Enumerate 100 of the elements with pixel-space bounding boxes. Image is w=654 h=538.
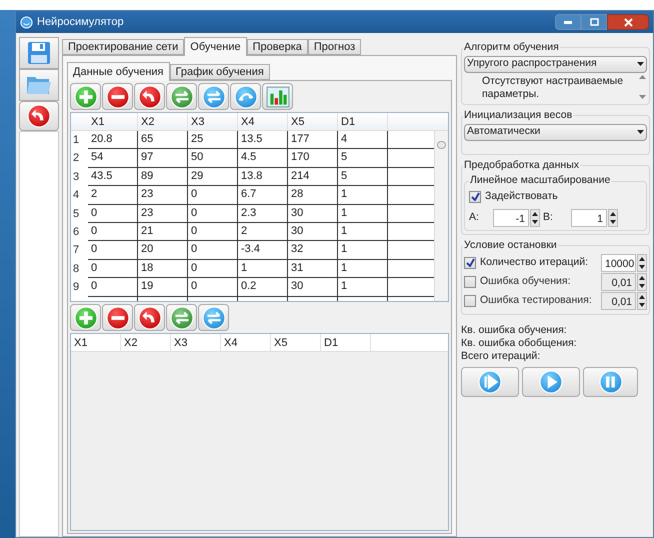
table-cell: 0 — [188, 278, 238, 297]
close-button[interactable] — [607, 14, 649, 30]
table-cell: 6.7 — [238, 186, 288, 205]
column-header[interactable]: X2 — [121, 334, 171, 351]
number-field[interactable]: 1 — [571, 208, 607, 227]
checkbox[interactable] — [464, 294, 476, 306]
number-field[interactable]: 0,01 — [601, 292, 636, 310]
column-header[interactable]: D1 — [338, 113, 388, 130]
table-cell: 1 — [338, 222, 388, 242]
table-cell: 25 — [188, 131, 238, 150]
checkbox[interactable] — [464, 276, 476, 288]
toolbar-button[interactable] — [166, 304, 197, 331]
toolbar-button[interactable] — [102, 304, 133, 331]
number-field[interactable]: 0,01 — [601, 272, 636, 290]
close-icon — [624, 18, 632, 26]
checkbox-label: Количество итераций: — [480, 254, 590, 270]
column-header[interactable]: X5 — [271, 334, 321, 351]
checkbox[interactable] — [464, 256, 476, 268]
table-cell: 0 — [88, 222, 138, 242]
table-cell: 0 — [88, 204, 138, 223]
table-cell: 89 — [138, 168, 188, 186]
table-cell: 30 — [288, 222, 338, 242]
table-cell: 29 — [188, 168, 238, 186]
column-header[interactable]: X1 — [71, 334, 121, 351]
field-label: A: — [469, 210, 480, 225]
save-button[interactable] — [19, 37, 59, 69]
spin-button[interactable] — [608, 208, 618, 227]
column-header[interactable]: X1 — [88, 113, 138, 130]
maximize-button[interactable] — [581, 14, 607, 30]
step-button[interactable] — [461, 366, 519, 396]
table-cell: 0 — [88, 260, 138, 278]
table-cell: 43.5 — [88, 168, 138, 186]
number-field[interactable]: -1 — [493, 208, 529, 227]
undo-button[interactable] — [19, 101, 59, 131]
dropdown[interactable]: Автоматически — [464, 124, 647, 140]
table-cell: 1 — [338, 241, 388, 260]
open-button[interactable] — [19, 69, 59, 101]
minimize-button[interactable] — [555, 14, 581, 30]
toolbar-button[interactable] — [262, 83, 293, 110]
group-title: Инициализация весов — [463, 108, 574, 123]
table-cell: 214 — [288, 168, 338, 186]
app-icon — [20, 16, 33, 28]
table-cell: 32 — [288, 241, 338, 260]
tab[interactable]: Обучение — [184, 37, 247, 56]
table-cell: 0 — [188, 222, 238, 242]
tab[interactable]: Проектирование сети — [62, 39, 184, 55]
minimize-icon — [564, 20, 572, 24]
undo-icon — [138, 84, 162, 108]
toolbar-button[interactable] — [198, 83, 229, 110]
tab[interactable]: График обучения — [170, 64, 270, 80]
row-number: 6 — [72, 224, 80, 240]
row-number: 1 — [72, 133, 80, 148]
stat-label: Кв. ошибка обучения: — [461, 324, 568, 336]
column-header[interactable]: X4 — [221, 334, 271, 351]
table-cell: -3.4 — [238, 241, 288, 260]
column-header[interactable]: X5 — [288, 113, 338, 130]
spin-button[interactable] — [637, 292, 647, 310]
tab[interactable]: Данные обучения — [67, 62, 170, 81]
checkbox-label: Ошибка обучения: — [480, 274, 572, 289]
undo-icon — [27, 104, 51, 128]
table-cell: 5 — [338, 168, 388, 186]
toolbar-button[interactable] — [102, 83, 133, 110]
table-cell: 23 — [138, 204, 188, 223]
toolbar-button[interactable] — [166, 83, 197, 110]
column-header[interactable]: X4 — [238, 113, 288, 130]
spin-button[interactable] — [530, 208, 540, 227]
tab[interactable]: Проверка — [246, 39, 308, 55]
column-header[interactable]: D1 — [321, 334, 371, 351]
stat-label: Кв. ошибка обобщения: — [461, 336, 578, 350]
tab[interactable]: Прогноз — [308, 39, 362, 55]
toolbar-button[interactable] — [134, 83, 165, 110]
spin-button[interactable] — [637, 254, 647, 272]
column-header[interactable]: X3 — [171, 334, 221, 351]
column-header[interactable]: X3 — [188, 113, 238, 130]
table-cell: 13.8 — [238, 168, 288, 186]
table-cell: 18 — [138, 260, 188, 278]
scrollbar[interactable] — [434, 131, 448, 301]
pause-button[interactable] — [583, 366, 638, 396]
scrollbar[interactable] — [639, 72, 647, 101]
table-cell: 5 — [338, 149, 388, 168]
swap-arrows-icon — [170, 84, 194, 108]
toolbar-button[interactable] — [230, 83, 261, 110]
start-button[interactable] — [522, 366, 580, 396]
table-cell: 31 — [288, 260, 338, 278]
maximize-icon — [590, 18, 598, 26]
folder-icon — [26, 74, 52, 96]
column-header[interactable]: X2 — [138, 113, 188, 130]
number-field[interactable]: 10000 — [601, 254, 636, 272]
toolbar-button[interactable] — [70, 304, 101, 331]
toolbar-button[interactable] — [70, 83, 101, 110]
group-title: Условие остановки — [463, 238, 558, 253]
table-cell: 65 — [138, 131, 188, 150]
checkbox[interactable] — [469, 190, 481, 203]
row-number: 7 — [72, 243, 80, 258]
spin-button[interactable] — [637, 272, 647, 290]
toolbar-button[interactable] — [198, 304, 229, 331]
window-title: Нейросимулятор — [37, 14, 124, 30]
table-cell: 0 — [188, 241, 238, 260]
dropdown[interactable]: Упругого распространения — [464, 56, 647, 73]
toolbar-button[interactable] — [134, 304, 165, 331]
